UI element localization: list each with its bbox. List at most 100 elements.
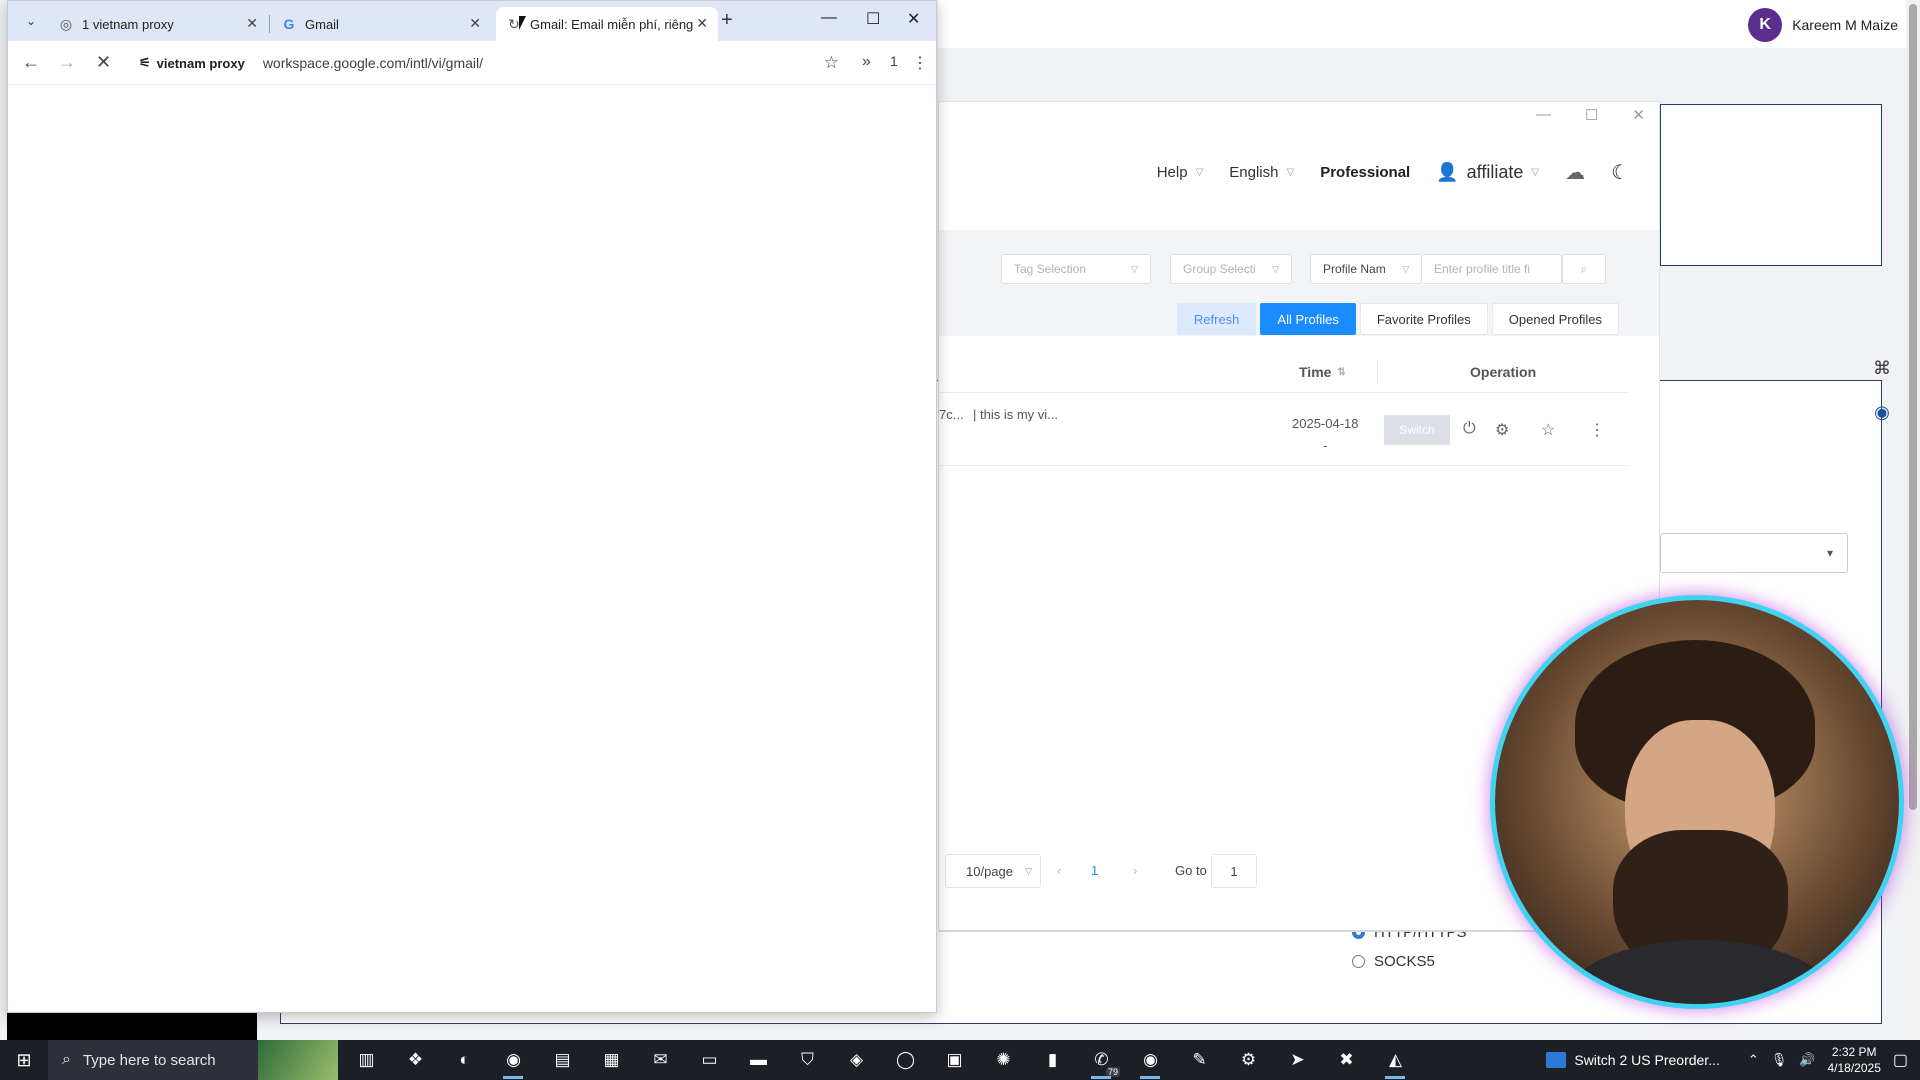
- volume-icon[interactable]: 🔊: [1799, 1052, 1815, 1068]
- account-menu[interactable]: 👤 affiliate ▽: [1436, 162, 1539, 183]
- table-row[interactable]: 7c... | this is my vi... 2025-04-18 - Sw…: [939, 392, 1629, 466]
- tag-selection-dropdown[interactable]: Tag Selection ▽: [1001, 254, 1151, 284]
- close-tab-icon[interactable]: ✕: [696, 15, 708, 32]
- more-options-icon[interactable]: ⋮: [912, 53, 928, 73]
- back-arrow-icon[interactable]: ←: [22, 52, 40, 73]
- group-selection-dropdown[interactable]: Group Selecti ▽: [1170, 254, 1292, 284]
- minimize-icon[interactable]: —: [1536, 106, 1551, 124]
- chrome-icon[interactable]: ◉: [489, 1040, 538, 1080]
- taskbar-apps: ▥ ❖ ◐ ◉ ▤ ▦ ✉ ▭ ▬ ⛉ ◈ ◯ ▣ ✺ ▮ ✆ 79 ◉ ✎ ⚙ …: [342, 1040, 1420, 1080]
- address-bar[interactable]: ⚟ vietnam proxy workspace.google.com/intl…: [129, 47, 853, 79]
- proxy-chip[interactable]: ⚟ vietnam proxy: [129, 55, 255, 71]
- more-options-icon[interactable]: ⋮: [1589, 420, 1605, 440]
- close-icon[interactable]: ✕: [1632, 106, 1645, 124]
- pen-app-icon[interactable]: ✎: [1175, 1040, 1224, 1080]
- background-card: [1660, 104, 1882, 266]
- bookmark-star-icon[interactable]: ☆: [824, 53, 839, 73]
- tab-opened-profiles[interactable]: Opened Profiles: [1491, 303, 1619, 335]
- profile-search-input[interactable]: Enter profile title fi: [1422, 254, 1562, 284]
- tune-icon: ⚟: [139, 55, 151, 70]
- theme-toggle-icon[interactable]: ☾: [1611, 160, 1629, 185]
- background-select[interactable]: ▾: [1660, 533, 1848, 573]
- windows-start-icon[interactable]: ⊞: [0, 1040, 48, 1080]
- help-menu[interactable]: Help ▽: [1157, 164, 1204, 181]
- tab-all-profiles[interactable]: All Profiles: [1260, 303, 1356, 335]
- settings-app-icon[interactable]: ✺: [979, 1040, 1028, 1080]
- column-time[interactable]: Time ⇅: [1299, 364, 1346, 380]
- clock[interactable]: 2:32 PM 4/18/2025: [1827, 1044, 1880, 1076]
- minimize-icon[interactable]: —: [821, 9, 837, 27]
- task-view-icon[interactable]: ▥: [342, 1040, 391, 1080]
- url-text[interactable]: workspace.google.com/intl/vi/gmail/: [263, 55, 483, 71]
- proxy-chip-label: vietnam proxy: [156, 55, 245, 71]
- app-header: Help ▽ English ▽ Professional 👤 affiliate ▽ …: [939, 142, 1659, 202]
- close-tab-icon[interactable]: ✕: [246, 15, 258, 32]
- opera-icon[interactable]: ◯: [881, 1040, 930, 1080]
- close-tab-icon[interactable]: ✕: [469, 15, 481, 32]
- scrollbar-thumb[interactable]: [1909, 4, 1917, 810]
- shield-icon[interactable]: ⛉: [783, 1040, 832, 1080]
- prev-page-icon[interactable]: ‹: [1057, 863, 1061, 878]
- globe-icon: ◎: [59, 15, 73, 32]
- chevron-down-icon: ▽: [1531, 166, 1540, 178]
- sort-icon[interactable]: ⇅: [1337, 367, 1345, 378]
- column-operation: Operation: [1470, 364, 1537, 380]
- meet-icon[interactable]: ▣: [930, 1040, 979, 1080]
- chevron-down-icon: ▽: [1025, 865, 1032, 876]
- cloud-download-icon[interactable]: ☁: [1565, 160, 1585, 185]
- teams-icon[interactable]: ◈: [832, 1040, 881, 1080]
- page-scrollbar[interactable]: [1906, 0, 1920, 1040]
- xbox-icon[interactable]: ✖: [1322, 1040, 1371, 1080]
- outlook-icon[interactable]: ✉: [636, 1040, 685, 1080]
- avatar[interactable]: K: [1748, 8, 1783, 42]
- notification-icon[interactable]: ▢: [1893, 1050, 1908, 1070]
- store-icon[interactable]: ▤: [538, 1040, 587, 1080]
- maximize-icon[interactable]: ☐: [866, 9, 880, 29]
- profile-name-select-value: Profile Nam: [1323, 262, 1386, 276]
- docs-icon[interactable]: ▦: [587, 1040, 636, 1080]
- radio-dot[interactable]: [1352, 955, 1365, 968]
- extensions-chevron-icon[interactable]: »: [862, 53, 871, 71]
- gear-icon[interactable]: ⚙: [1495, 420, 1509, 440]
- browser-tab[interactable]: G Gmail ✕: [271, 7, 491, 41]
- profile-name-select[interactable]: Profile Nam ▽: [1310, 254, 1422, 284]
- user-menu[interactable]: K Kareem M Maize: [1748, 8, 1898, 42]
- tab-favorite-profiles[interactable]: Favorite Profiles: [1359, 303, 1488, 335]
- switch-button[interactable]: Switch: [1384, 415, 1450, 445]
- tab-search-button[interactable]: ⌄: [20, 10, 42, 32]
- browser-tab-active[interactable]: ↻ Gmail: Email miễn phí, riêng ✕: [496, 7, 718, 41]
- taskbar-search[interactable]: ⌕ Type here to search: [48, 1040, 338, 1080]
- next-page-icon[interactable]: ›: [1133, 863, 1137, 878]
- close-icon[interactable]: ✕: [907, 9, 920, 29]
- forward-arrow-icon[interactable]: →: [58, 52, 76, 73]
- telegram-icon[interactable]: ➤: [1273, 1040, 1322, 1080]
- new-tab-button[interactable]: +: [721, 9, 733, 32]
- language-menu[interactable]: English ▽: [1229, 164, 1294, 181]
- maximize-icon[interactable]: ☐: [1585, 106, 1598, 124]
- browser-profile-app-icon[interactable]: ◭: [1371, 1040, 1420, 1080]
- apps-grid-icon[interactable]: ⌘: [1870, 356, 1894, 380]
- chrome-profile-icon[interactable]: ◉: [1126, 1040, 1175, 1080]
- chart-app-icon[interactable]: ▮: [1028, 1040, 1077, 1080]
- star-icon[interactable]: ☆: [1541, 420, 1555, 440]
- notepad-icon[interactable]: ▭: [685, 1040, 734, 1080]
- microphone-icon[interactable]: 🎙: [1771, 1052, 1788, 1068]
- assistant-icon[interactable]: ◉: [1870, 400, 1894, 424]
- search-button[interactable]: ⌕: [1562, 254, 1606, 284]
- whatsapp-icon[interactable]: ✆ 79: [1077, 1040, 1126, 1080]
- file-explorer-icon[interactable]: ▬: [734, 1040, 783, 1080]
- power-icon[interactable]: ⏻: [1463, 420, 1476, 438]
- page-number[interactable]: 1: [1091, 863, 1098, 878]
- refresh-button[interactable]: Refresh: [1176, 303, 1257, 335]
- extensions-count[interactable]: 1: [890, 53, 898, 69]
- show-hidden-icons-icon[interactable]: ⌃: [1748, 1052, 1759, 1068]
- news-widget[interactable]: Switch 2 US Preorder...: [1546, 1052, 1720, 1068]
- gear-icon[interactable]: ⚙: [1224, 1040, 1273, 1080]
- stop-loading-icon[interactable]: ✕: [96, 52, 111, 73]
- copilot-icon[interactable]: ❖: [391, 1040, 440, 1080]
- edge-icon[interactable]: ◐: [440, 1040, 489, 1080]
- goto-input[interactable]: 1: [1211, 854, 1257, 888]
- page-size-select[interactable]: 10/page ▽: [945, 854, 1041, 888]
- radio-socks5[interactable]: SOCKS5: [1352, 953, 1435, 970]
- browser-tab[interactable]: ◎ 1 vietnam proxy ✕: [48, 7, 268, 41]
